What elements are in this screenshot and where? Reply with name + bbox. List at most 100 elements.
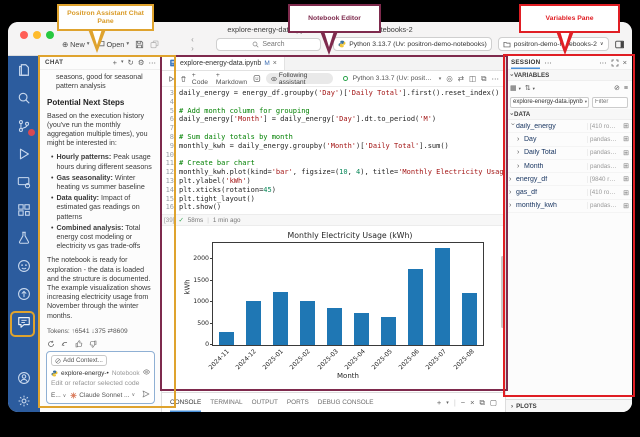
panel-layout-icon[interactable]: ⧉ [480,398,485,408]
open-data-grid-icon[interactable]: ⊞ [620,122,629,130]
sort-picker[interactable]: ⇅ ▾ [525,84,535,92]
settings-gear-icon[interactable] [16,393,32,409]
variable-row[interactable]: ›Monthpandas…⊞ [506,160,632,173]
panel-tab-output[interactable]: OUTPUT [252,393,278,412]
chevron-down-icon[interactable]: ▾ [121,60,124,65]
add-context-button[interactable]: Add Context... [51,355,107,366]
positron-assistant-chat-icon[interactable] [16,314,32,330]
close-panel-icon[interactable]: × [470,398,474,407]
close-window-button[interactable] [20,31,28,39]
context-visibility-eye-icon[interactable] [143,369,150,377]
panel-tab-ports[interactable]: PORTS [287,393,309,412]
chevron-down-icon[interactable]: ▾ [439,76,442,82]
interpreter-button[interactable]: Python 3.13.7 (Uv: positron-demo-noteboo… [333,37,492,51]
add-code-cell-button[interactable]: + Code [192,72,211,86]
panel-tab-console[interactable]: CONSOLE [170,393,201,412]
thumbs-up-icon[interactable] [75,340,83,348]
zoom-window-button[interactable] [46,31,54,39]
customize-layout-icon[interactable] [615,40,624,49]
split-editor-icon[interactable]: ◫ [469,74,476,84]
add-markdown-cell-button[interactable]: + Markdown [216,72,248,86]
send-icon[interactable] [142,390,150,400]
maximize-panel-icon[interactable]: ▢ [490,398,497,407]
variable-row[interactable]: ›Daily Totalpandas…⊞ [506,147,632,160]
kernel-info-icon[interactable]: ◎ [446,74,453,84]
minimize-window-button[interactable] [33,31,41,39]
restart-kernel-icon[interactable]: ⇄ [458,74,464,84]
panel-tab-terminal[interactable]: TERMINAL [210,393,242,412]
workspace-button[interactable]: positron-demo-notebooks-2∨ [498,37,609,51]
context-chip[interactable]: explore-energy-• Notebook [51,369,150,377]
open-data-grid-icon[interactable]: ⊞ [620,135,629,143]
variable-row[interactable]: ›energy_df[9840 r…⊞ [506,173,632,186]
explorer-icon[interactable] [16,62,32,78]
chat-input-box[interactable]: Add Context... explore-energy-• Notebook… [46,351,155,404]
chevron-down-icon[interactable]: ▾ [446,400,449,406]
code-cell-editor[interactable]: 3daily_energy = energy_df.groupby('Day')… [162,87,505,214]
more-actions-icon[interactable]: ⋯ [599,59,607,67]
panel-tab-debug-console[interactable]: DEBUG CONSOLE [318,393,374,412]
chevron-collapsed-icon[interactable]: › [509,189,516,196]
session-tab[interactable]: SESSION [511,56,540,69]
chat-settings-gear-icon[interactable]: ⚙ [138,59,145,67]
maximize-pane-icon[interactable] [611,59,619,67]
variable-row[interactable]: ›Daypandas…⊞ [506,133,632,146]
sessions-button[interactable] [150,40,159,49]
variables-section-header[interactable]: › VARIABLES [506,70,632,81]
chevron-collapsed-icon[interactable]: › [509,176,516,183]
clear-outputs-icon[interactable] [180,75,187,83]
open-external-icon[interactable]: ⧉ [481,74,486,84]
chat-history-icon[interactable]: ↻ [127,59,133,67]
mode-picker[interactable]: E... ∨ [51,392,66,399]
chevron-collapsed-icon[interactable]: › [517,149,524,156]
close-tab-icon[interactable]: × [273,60,277,67]
chat-input-placeholder[interactable]: Edit or refactor selected code [51,380,150,387]
variable-row[interactable]: ›gas_df[410 ro…⊞ [506,186,632,199]
new-button[interactable]: ⊕ New▾ [62,40,90,49]
run-all-icon[interactable] [168,75,175,83]
notebook-scrollbar[interactable] [501,256,504,328]
publish-icon[interactable] [16,286,32,302]
variable-row[interactable]: ›daily_energy[410 ro…⊞ [506,120,632,133]
undo-icon[interactable] [61,340,69,348]
copilot-icon[interactable] [16,258,32,274]
remote-explorer-icon[interactable] [16,174,32,190]
more-actions-icon[interactable]: ⋯ [544,59,552,67]
notebook-tab[interactable]: explore-energy-data.ipynb M × [162,56,285,70]
open-data-grid-icon[interactable]: ⊞ [620,149,629,157]
history-nav[interactable]: ‹ › [191,35,209,53]
more-actions-icon[interactable]: ⋯ [492,74,500,84]
thumbs-down-icon[interactable] [89,340,97,348]
variable-row[interactable]: ›monthly_kwhpandas…⊞ [506,200,632,213]
new-terminal-icon[interactable]: + [437,398,441,407]
clear-variables-icon[interactable]: ⊘ [614,84,620,92]
list-view-icon[interactable]: ≡ [624,85,628,92]
source-control-icon[interactable] [16,118,32,134]
open-data-grid-icon[interactable]: ⊞ [620,202,629,210]
new-chat-icon[interactable]: + [113,59,117,67]
search-icon[interactable] [16,90,32,106]
more-actions-icon[interactable]: ⋯ [149,59,157,67]
close-pane-icon[interactable]: × [623,59,627,67]
command-center-search[interactable]: Search [216,38,322,51]
notebook-assistant-icon[interactable] [253,74,261,83]
extensions-icon[interactable] [16,202,32,218]
plots-section-header[interactable]: › PLOTS [506,399,632,412]
model-picker[interactable]: Claude Sonnet ...∨ [70,392,135,399]
run-debug-icon[interactable] [16,146,32,162]
filter-input[interactable] [592,97,628,108]
regenerate-icon[interactable] [47,340,55,348]
account-icon[interactable] [16,370,32,386]
kernel-picker[interactable]: Python 3.13.7 (Uv: positron-d... [353,75,434,82]
data-group-header[interactable]: › DATA [506,109,632,120]
session-source-select[interactable]: explore-energy-data.ipynb▾ [510,97,589,108]
minimize-panel-icon[interactable]: − [461,398,465,407]
view-mode-picker[interactable]: ▦ ▾ [510,84,521,92]
chevron-collapsed-icon[interactable]: › [509,202,516,209]
save-button[interactable] [135,40,144,49]
testing-flask-icon[interactable] [16,230,32,246]
chat-transcript[interactable]: seasons, good for seasonal pattern analy… [40,70,161,348]
chevron-expanded-icon[interactable]: › [509,123,516,130]
chevron-collapsed-icon[interactable]: › [517,136,524,143]
following-assistant-badge[interactable]: Following assistant [266,73,333,84]
